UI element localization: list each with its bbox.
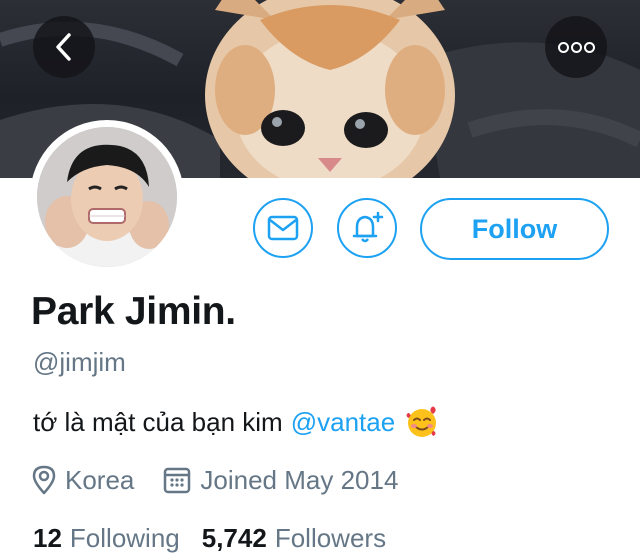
follow-button[interactable]: Follow: [420, 198, 609, 260]
profile-avatar[interactable]: [30, 120, 184, 274]
avatar-photo: [37, 127, 177, 267]
following-stat[interactable]: 12 Following: [33, 523, 180, 554]
chevron-left-icon: [56, 33, 71, 61]
followers-label: Followers: [274, 523, 387, 553]
more-options-button[interactable]: [545, 16, 607, 78]
profile-meta: Korea Joined May 2014: [31, 462, 398, 498]
profile-display-name: Park Jimin.: [31, 290, 236, 333]
smiling-face-with-hearts-icon: [405, 405, 439, 439]
more-horizontal-icon: [557, 41, 596, 53]
followers-stat[interactable]: 5,742 Followers: [202, 523, 386, 554]
back-button[interactable]: [33, 16, 95, 78]
following-label: Following: [69, 523, 180, 553]
bio-mention-link[interactable]: @vantae: [291, 407, 395, 438]
bio-text: tớ là mật của bạn kim: [33, 406, 283, 437]
envelope-icon: [267, 215, 299, 241]
profile-handle: @jimjim: [33, 347, 126, 377]
profile-location: Korea: [65, 464, 135, 495]
followers-count: 5,742: [201, 523, 267, 553]
location-pin-icon: [31, 465, 57, 495]
profile-joined-date: Joined May 2014: [200, 464, 399, 495]
notifications-button[interactable]: [337, 198, 397, 258]
bell-plus-icon: [352, 211, 384, 243]
calendar-icon: [162, 465, 192, 495]
profile-stats: 12 Following 5,742 Followers: [33, 523, 386, 554]
profile-bio: tớ là mật của bạn kim @vantae: [33, 405, 439, 439]
following-count: 12: [33, 523, 62, 553]
message-button[interactable]: [253, 198, 313, 258]
